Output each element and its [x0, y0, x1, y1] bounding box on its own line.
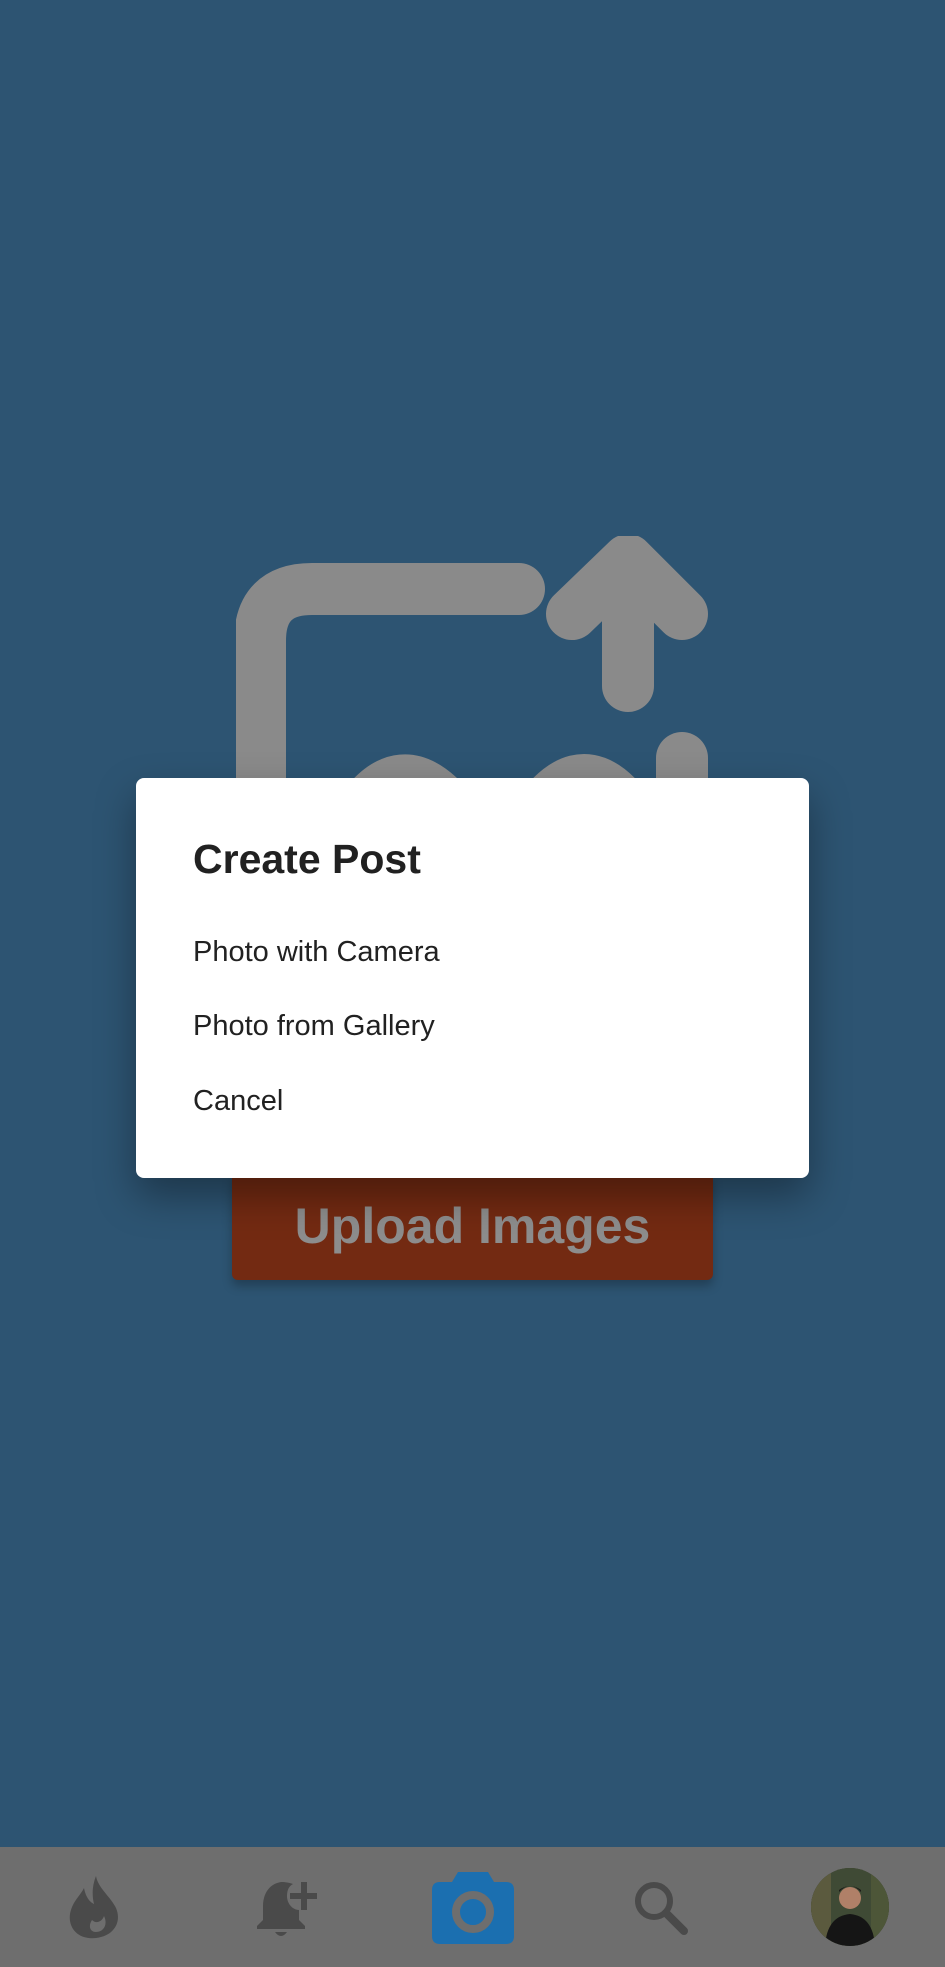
dialog-title: Create Post [193, 836, 421, 882]
nav-item-feed[interactable] [54, 1847, 134, 1967]
nav-item-search[interactable] [620, 1847, 700, 1967]
create-post-dialog: Create Post Photo with Camera Photo from… [136, 778, 809, 1178]
photo-from-gallery-option[interactable]: Photo from Gallery [193, 1010, 435, 1043]
profile-avatar [811, 1868, 889, 1946]
nav-item-camera[interactable] [428, 1847, 518, 1967]
search-icon [635, 1882, 688, 1935]
cancel-option[interactable]: Cancel [193, 1085, 283, 1118]
photo-with-camera-option[interactable]: Photo with Camera [193, 936, 440, 969]
nav-item-profile[interactable] [810, 1847, 890, 1967]
camera-icon [432, 1872, 514, 1944]
avatar [811, 1868, 889, 1946]
flame-icon [69, 1876, 118, 1939]
upload-images-button[interactable]: Upload Images [232, 1172, 713, 1280]
bottom-navigation-bar [0, 1847, 945, 1967]
notification-add-icon [257, 1882, 317, 1936]
create-post-screen: Upload Images Create Post Photo with Cam… [0, 0, 945, 1967]
nav-item-notifications[interactable] [245, 1847, 325, 1967]
